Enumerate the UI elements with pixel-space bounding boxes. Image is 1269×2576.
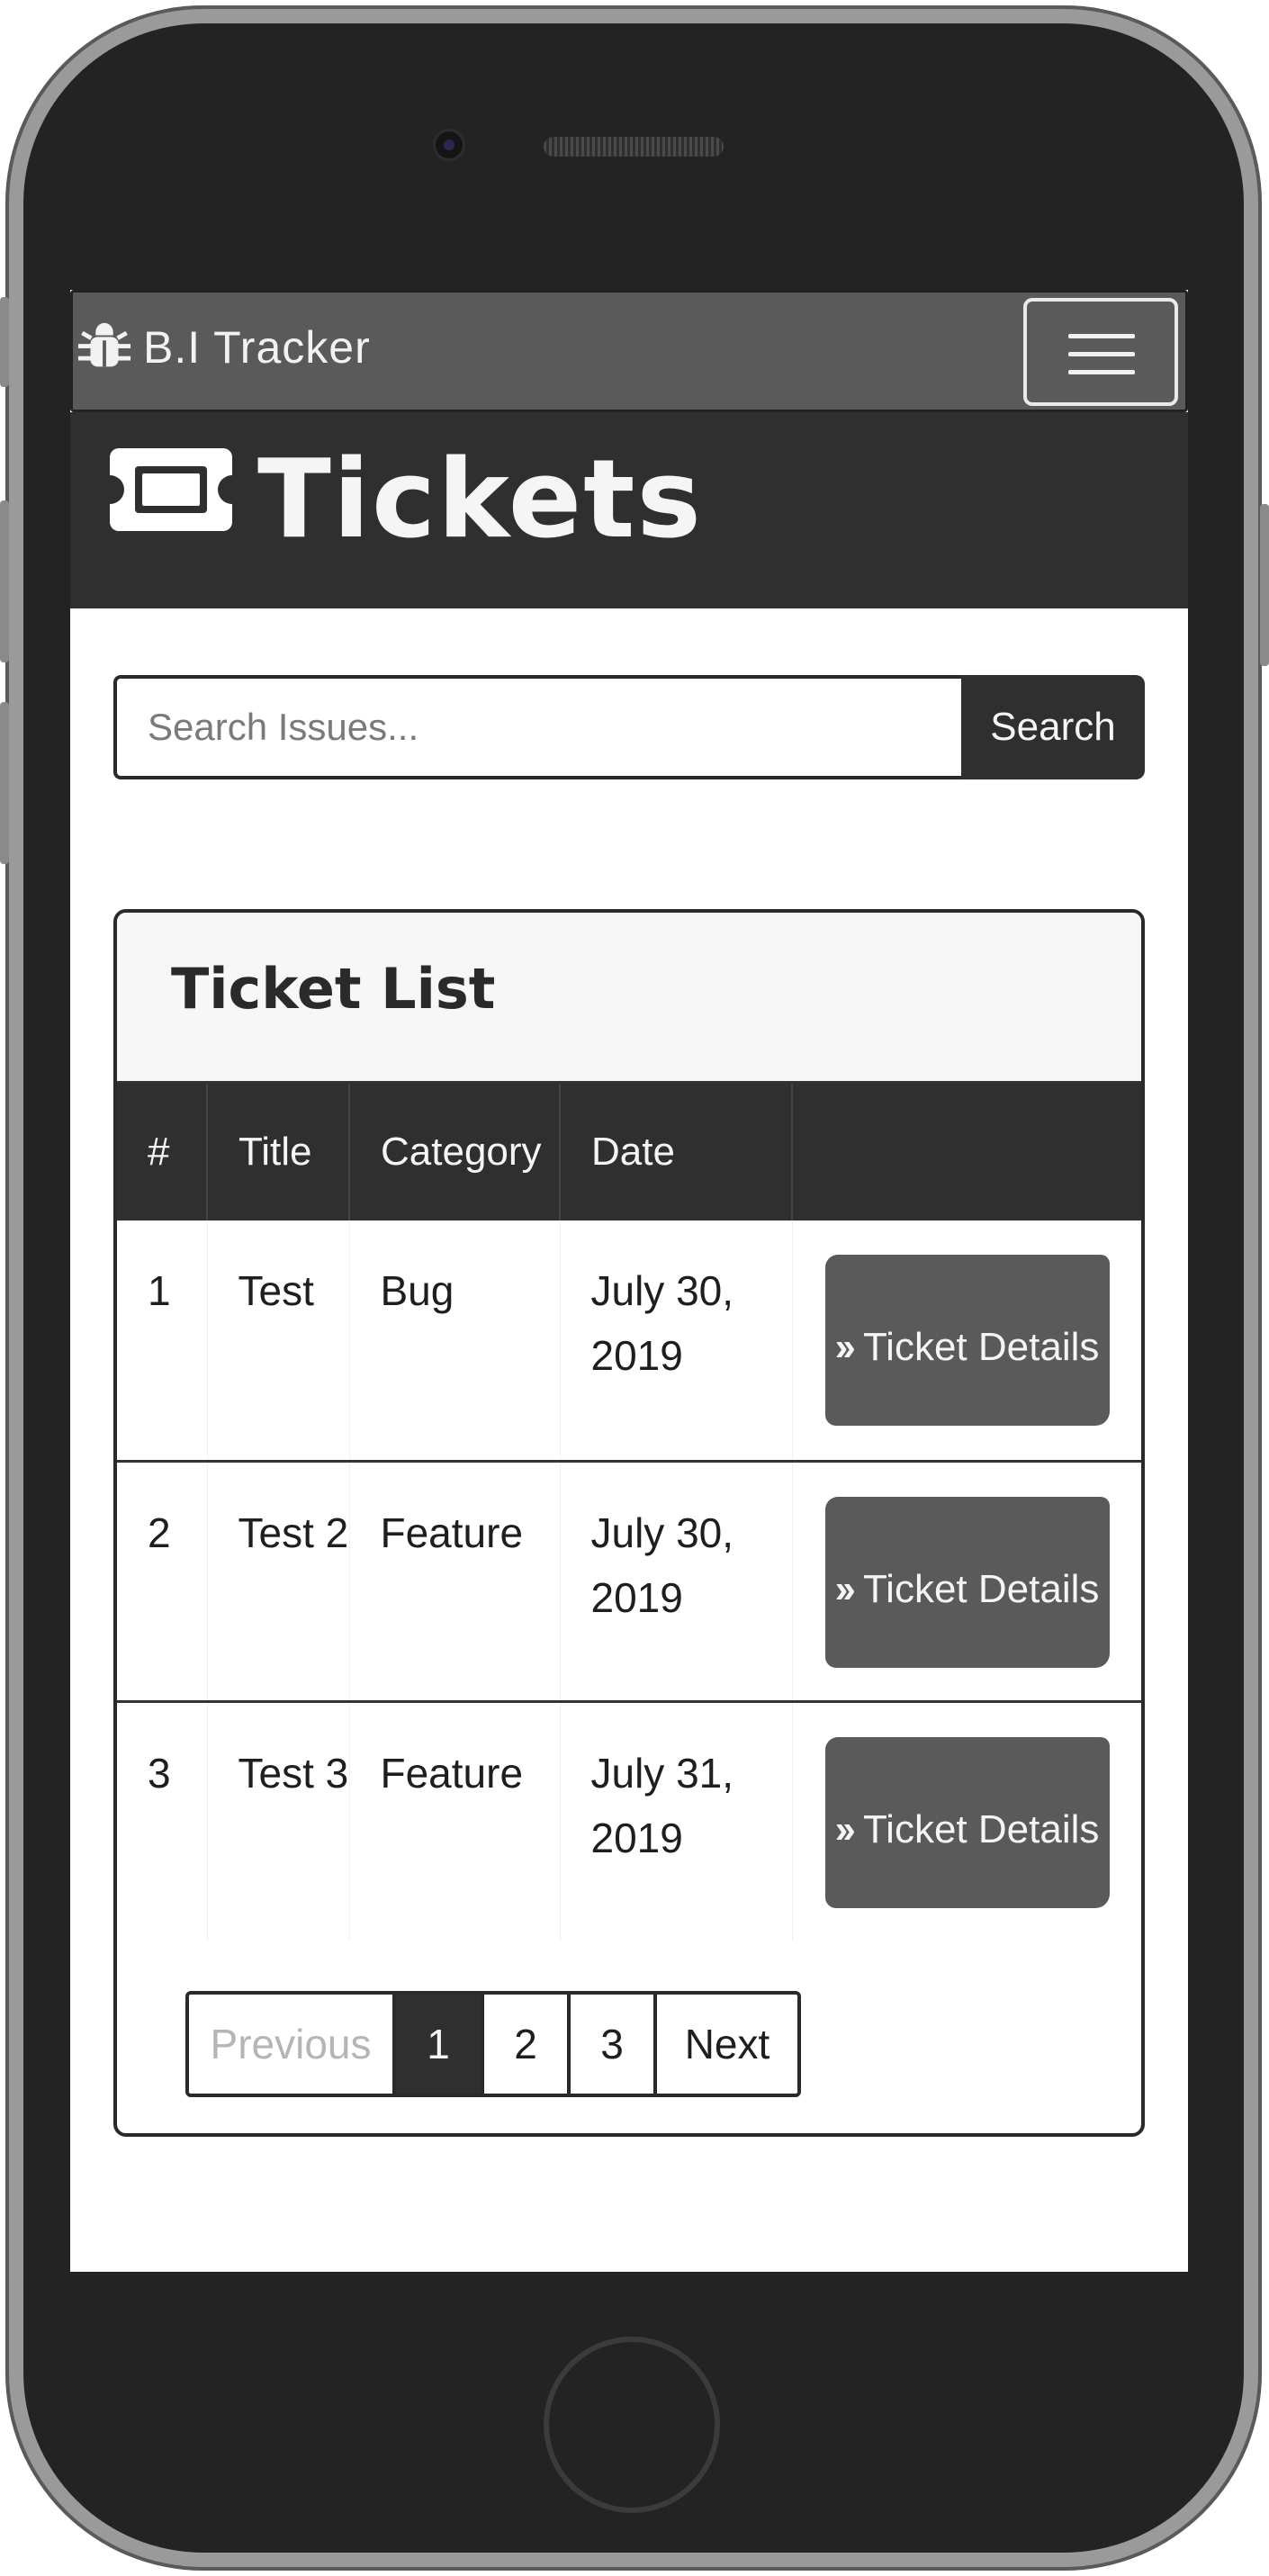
column-header-date: Date bbox=[560, 1084, 793, 1220]
pagination-page-1[interactable]: 1 bbox=[392, 1991, 484, 2097]
home-button[interactable] bbox=[544, 2337, 720, 2513]
hamburger-menu-icon bbox=[1068, 352, 1135, 356]
ticket-action-cell: ›› Ticket Details bbox=[792, 1220, 1141, 1461]
card-header: Ticket List bbox=[117, 913, 1141, 1084]
ticket-category: Feature bbox=[349, 1459, 561, 1701]
navbar-toggler-button[interactable] bbox=[1023, 298, 1178, 406]
ticket-category: Feature bbox=[349, 1699, 561, 1941]
ticket-date: July 30, 2019 bbox=[560, 1459, 793, 1701]
earpiece-speaker bbox=[544, 137, 724, 157]
pagination-page-2[interactable]: 2 bbox=[481, 1991, 571, 2097]
table-row: 3 Test 3 Feature July 31, 2019 ›› Ticket … bbox=[117, 1699, 1141, 1941]
table-row: 2 Test 2 Feature July 30, 2019 ›› Ticket … bbox=[117, 1459, 1141, 1701]
table-row: 1 Test Bug July 30, 2019 ›› Ticket Detail… bbox=[117, 1220, 1141, 1461]
card-title: Ticket List bbox=[171, 956, 496, 1022]
table-header-row: # Title Category Date bbox=[117, 1084, 1141, 1220]
ticket-title: Test bbox=[207, 1220, 350, 1461]
ticket-id: 1 bbox=[117, 1220, 208, 1461]
pagination-page-3[interactable]: 3 bbox=[567, 1991, 657, 2097]
column-header-title: Title bbox=[207, 1084, 350, 1220]
ticket-table: # Title Category Date 1 Test Bug July 30… bbox=[117, 1084, 1141, 1941]
ticket-details-button[interactable]: ›› Ticket Details bbox=[824, 1496, 1110, 1668]
phone-volume-down-button bbox=[0, 702, 9, 864]
phone-power-button bbox=[1260, 504, 1269, 666]
ticket-date: July 31, 2019 bbox=[560, 1699, 793, 1941]
column-header-id: # bbox=[117, 1084, 208, 1220]
front-camera bbox=[436, 131, 463, 158]
ticket-title: Test 2 bbox=[207, 1459, 350, 1701]
ticket-details-label: Ticket Details bbox=[862, 1566, 1100, 1611]
pagination: Previous 1 2 3 Next bbox=[185, 1991, 801, 2097]
double-chevron-right-icon: ›› bbox=[834, 1566, 856, 1611]
page-header: Tickets bbox=[70, 412, 1188, 608]
column-header-actions bbox=[792, 1084, 1141, 1220]
ticket-details-button[interactable]: ›› Ticket Details bbox=[824, 1255, 1110, 1426]
page-title: Tickets bbox=[257, 437, 703, 563]
navbar: B.I Tracker bbox=[70, 290, 1188, 412]
double-chevron-right-icon: ›› bbox=[834, 1325, 856, 1369]
bug-icon bbox=[77, 322, 131, 367]
ticket-details-label: Ticket Details bbox=[862, 1325, 1100, 1369]
brand-name: B.I Tracker bbox=[143, 322, 371, 373]
ticket-title: Test 3 bbox=[207, 1699, 350, 1941]
ticket-action-cell: ›› Ticket Details bbox=[792, 1459, 1141, 1701]
ticket-details-label: Ticket Details bbox=[862, 1806, 1100, 1851]
pagination-next[interactable]: Next bbox=[653, 1991, 801, 2097]
app-screen: B.I Tracker Tickets Search Ticket List bbox=[70, 290, 1188, 2272]
ticket-id: 2 bbox=[117, 1459, 208, 1701]
search-button[interactable]: Search bbox=[961, 675, 1145, 779]
ticket-category: Bug bbox=[349, 1220, 561, 1461]
phone-volume-up-button bbox=[0, 500, 9, 662]
brand-link[interactable]: B.I Tracker bbox=[76, 320, 371, 375]
ticket-action-cell: ›› Ticket Details bbox=[792, 1699, 1141, 1941]
ticket-details-button[interactable]: ›› Ticket Details bbox=[824, 1736, 1110, 1908]
ticket-list-card: Ticket List # Title Category Date 1 Test bbox=[113, 909, 1145, 2137]
ticket-icon bbox=[110, 448, 232, 531]
phone-mute-switch bbox=[0, 297, 9, 387]
hamburger-menu-icon bbox=[1068, 370, 1135, 374]
search-form: Search bbox=[113, 675, 1145, 779]
ticket-date: July 30, 2019 bbox=[560, 1220, 793, 1461]
double-chevron-right-icon: ›› bbox=[834, 1806, 856, 1851]
pagination-previous[interactable]: Previous bbox=[185, 1991, 396, 2097]
ticket-id: 3 bbox=[117, 1699, 208, 1941]
column-header-category: Category bbox=[349, 1084, 561, 1220]
hamburger-menu-icon bbox=[1068, 334, 1135, 338]
search-input[interactable] bbox=[113, 675, 961, 779]
